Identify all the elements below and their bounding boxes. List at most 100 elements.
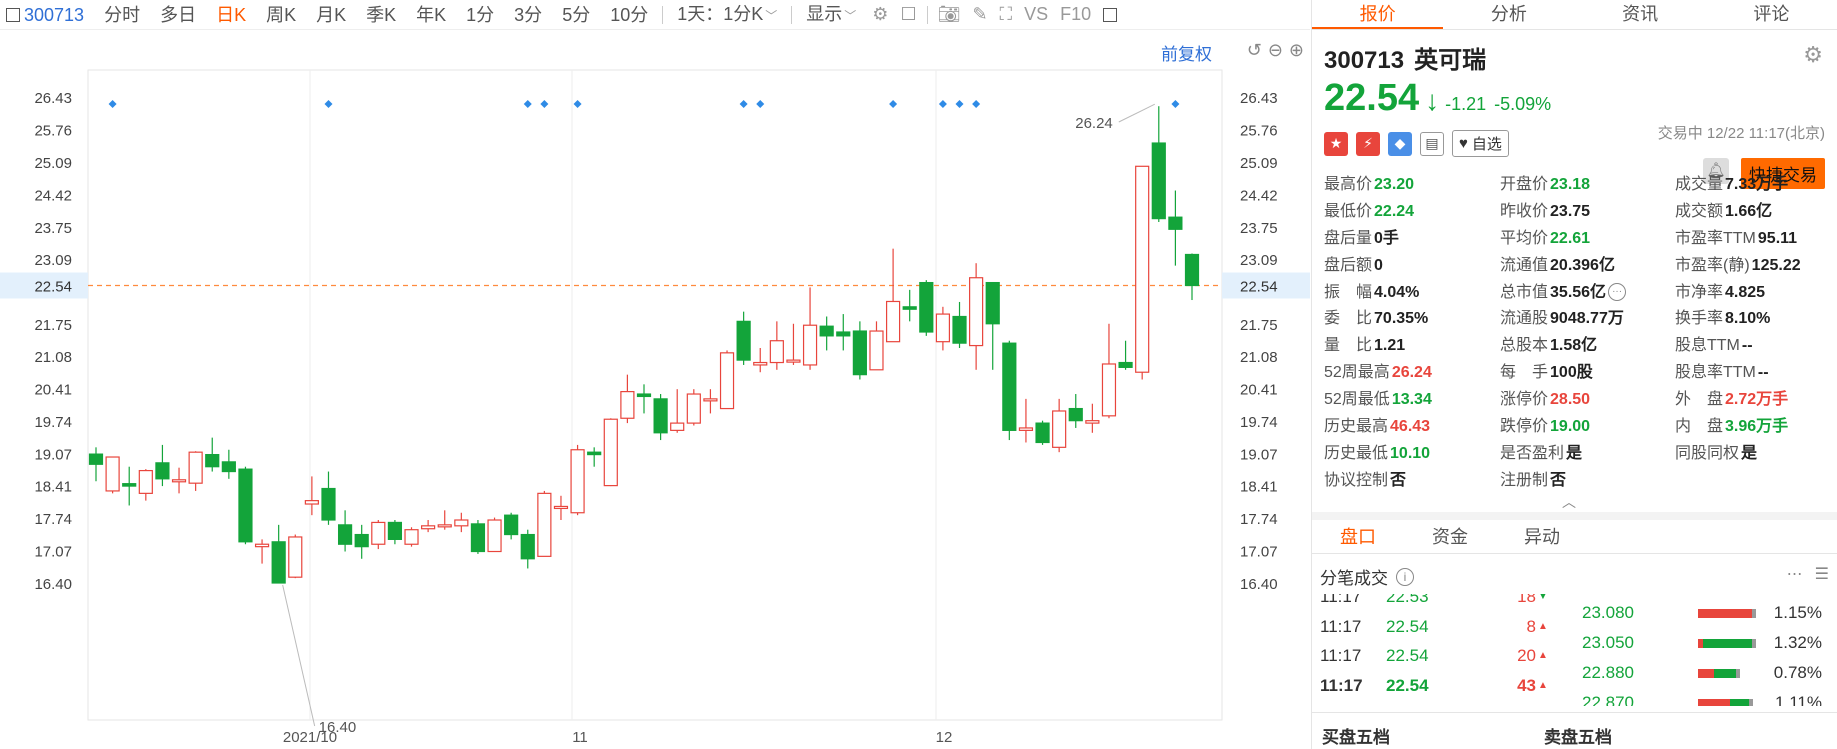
- candle-body[interactable]: [836, 331, 851, 337]
- candle-body[interactable]: [1068, 407, 1083, 422]
- candle-body[interactable]: [686, 393, 701, 424]
- tab-period-8[interactable]: 3分: [504, 1, 552, 29]
- stock-code-link[interactable]: 300713: [20, 1, 94, 29]
- settings-gear-icon[interactable]: ⚙: [866, 4, 894, 25]
- kline-chart[interactable]: 26.43 26.43 25.76 25.76 25.09 25.09 24.42 24.42…: [0, 30, 1310, 749]
- candle-body[interactable]: [570, 449, 585, 514]
- event-marker-icon[interactable]: [889, 100, 898, 108]
- candle-body[interactable]: [304, 500, 319, 505]
- candle-body[interactable]: [288, 536, 303, 578]
- kline-svg[interactable]: 26.43 26.43 25.76 25.76 25.09 25.09 24.42 24.42…: [0, 30, 1310, 749]
- tab-period-2[interactable]: 日K: [206, 1, 256, 29]
- candle-body[interactable]: [969, 277, 984, 347]
- candle-body[interactable]: [404, 529, 419, 545]
- candle-body[interactable]: [653, 398, 668, 434]
- candle-body[interactable]: [387, 521, 403, 540]
- candle-body[interactable]: [520, 533, 535, 560]
- tab-period-6[interactable]: 年K: [406, 1, 456, 29]
- panel-tab-0[interactable]: 报价: [1312, 0, 1444, 29]
- sidebar-toggle-icon[interactable]: [1103, 7, 1118, 22]
- interval-select[interactable]: 1天：1分K ﹀: [667, 0, 787, 30]
- collapse-chevron-up-icon[interactable]: ︿: [1562, 492, 1576, 512]
- candle-body[interactable]: [885, 300, 901, 343]
- candle-body[interactable]: [719, 352, 735, 410]
- event-marker-icon[interactable]: [972, 100, 981, 108]
- candle-body[interactable]: [670, 422, 685, 431]
- add-watchlist-button[interactable]: ♥ 自选: [1452, 130, 1509, 157]
- candle-body[interactable]: [238, 468, 253, 543]
- candle-body[interactable]: [1101, 363, 1117, 417]
- event-marker-icon[interactable]: [523, 100, 532, 108]
- event-marker-icon[interactable]: [955, 100, 964, 108]
- candle-body[interactable]: [553, 505, 569, 510]
- candle-body[interactable]: [852, 330, 867, 376]
- candle-body[interactable]: [1085, 420, 1100, 424]
- candle-body[interactable]: [786, 359, 801, 363]
- camera-icon[interactable]: 📷︎: [932, 4, 967, 25]
- candle-body[interactable]: [1135, 165, 1150, 373]
- candle-body[interactable]: [952, 315, 967, 344]
- panel-tab-3[interactable]: 评论: [1706, 0, 1837, 29]
- candle-body[interactable]: [736, 320, 751, 361]
- candle-body[interactable]: [985, 281, 1000, 325]
- candle-body[interactable]: [1118, 361, 1133, 368]
- candle-body[interactable]: [321, 487, 336, 521]
- candle-body[interactable]: [869, 330, 884, 371]
- candle-body[interactable]: [437, 524, 452, 528]
- candle-body[interactable]: [487, 519, 502, 553]
- candle-body[interactable]: [171, 479, 187, 483]
- candle-body[interactable]: [271, 541, 286, 584]
- candle-body[interactable]: [587, 451, 602, 456]
- price-distribution-list[interactable]: 23.080 1.15% 23.050 1.32% 22.880 0.78% 22.870 1…: [1582, 598, 1822, 706]
- gear-icon[interactable]: ⚙: [1803, 42, 1823, 68]
- display-menu[interactable]: 显示 ﹀: [796, 0, 866, 30]
- candle-body[interactable]: [88, 453, 104, 465]
- candle-body[interactable]: [188, 451, 203, 484]
- candle-body[interactable]: [769, 340, 784, 364]
- candle-body[interactable]: [354, 533, 369, 548]
- candle-body[interactable]: [1035, 422, 1050, 444]
- candle-body[interactable]: [819, 325, 834, 337]
- candle-body[interactable]: [371, 521, 386, 545]
- zoom-in-icon[interactable]: ⊕: [1289, 40, 1304, 61]
- event-marker-icon[interactable]: [739, 100, 748, 108]
- candle-body[interactable]: [636, 393, 652, 398]
- detail-tab-1[interactable]: 资金: [1404, 520, 1496, 553]
- candle-body[interactable]: [1151, 142, 1166, 220]
- tab-period-10[interactable]: 10分: [600, 1, 658, 29]
- candle-body[interactable]: [802, 324, 818, 366]
- list-icon[interactable]: ☰: [1815, 564, 1829, 584]
- zoom-out-icon[interactable]: ⊖: [1268, 40, 1283, 61]
- candle-body[interactable]: [703, 398, 718, 402]
- adjust-mode-link[interactable]: 前复权: [1161, 40, 1212, 65]
- lightning-icon[interactable]: ⚡︎: [1356, 131, 1380, 156]
- candle-body[interactable]: [620, 391, 635, 419]
- candle-body[interactable]: [470, 523, 486, 553]
- tab-period-0[interactable]: 分时: [94, 1, 150, 29]
- tab-period-1[interactable]: 多日: [150, 1, 206, 29]
- panel-toggle-icon[interactable]: [6, 7, 20, 22]
- candle-body[interactable]: [205, 453, 220, 468]
- candle-body[interactable]: [603, 418, 618, 487]
- event-marker-icon[interactable]: [938, 100, 947, 108]
- fullscreen-icon[interactable]: ⛶: [994, 4, 1019, 25]
- event-marker-icon[interactable]: [108, 100, 117, 108]
- candle-body[interactable]: [1168, 216, 1183, 230]
- event-marker-icon[interactable]: [324, 100, 333, 108]
- candle-body[interactable]: [1052, 410, 1067, 448]
- panel-tab-1[interactable]: 分析: [1443, 0, 1574, 29]
- event-marker-icon[interactable]: [756, 100, 765, 108]
- candle-body[interactable]: [155, 462, 170, 480]
- candle-body[interactable]: [421, 525, 436, 530]
- candle-body[interactable]: [138, 469, 153, 494]
- pencil-icon[interactable]: ✎: [966, 4, 993, 25]
- tab-period-7[interactable]: 1分: [456, 1, 504, 29]
- tick-list[interactable]: 11:17 22.53 18 ▼ 11:17 22.54 8 ▲ 11:17 22.54 20 ▲ 11…: [1320, 594, 1550, 704]
- candle-body[interactable]: [1184, 253, 1200, 287]
- f10-button[interactable]: F10: [1054, 4, 1097, 25]
- detail-tab-2[interactable]: 异动: [1496, 520, 1588, 553]
- candle-body[interactable]: [221, 461, 236, 473]
- candle-body[interactable]: [122, 483, 137, 487]
- more-icon[interactable]: ⋯: [1787, 564, 1803, 584]
- candle-body[interactable]: [105, 456, 120, 492]
